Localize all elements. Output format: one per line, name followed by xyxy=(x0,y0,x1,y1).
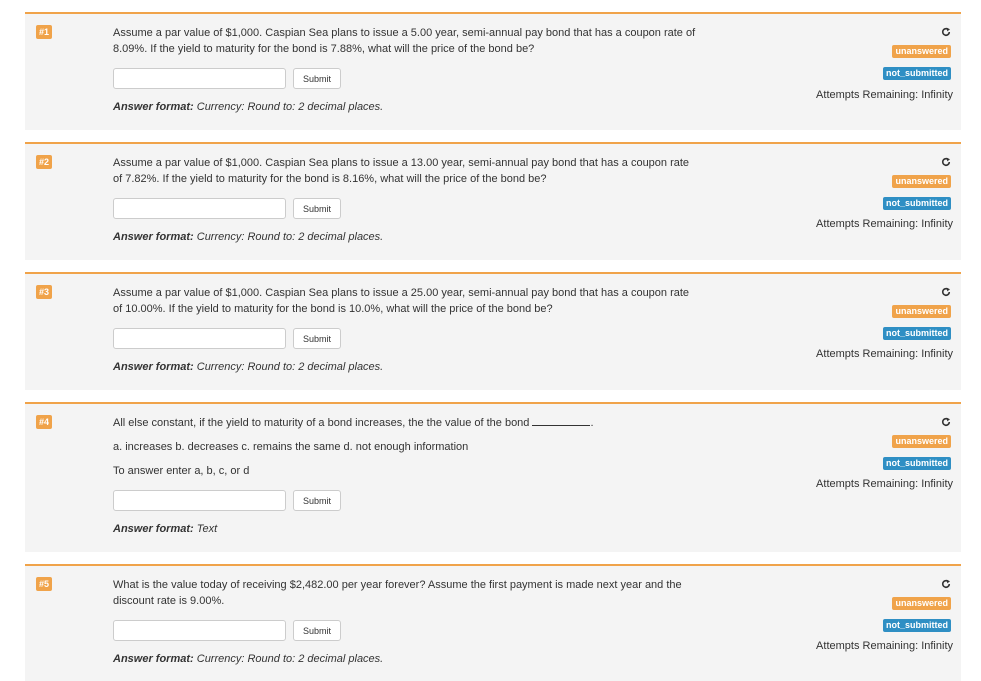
answer-format: Answer format: Currency: Round to: 2 dec… xyxy=(113,653,383,665)
answer-input[interactable] xyxy=(113,68,286,89)
answer-format-label: Answer format: xyxy=(113,523,194,535)
reload-icon[interactable] xyxy=(941,417,951,427)
question-text-period: . xyxy=(590,417,594,429)
question-text-line: What is the value today of receiving $2,… xyxy=(113,579,682,591)
attempts-remaining: Attempts Remaining: Infinity xyxy=(816,348,953,360)
submit-button[interactable]: Submit xyxy=(293,490,341,511)
question-text: What is the value today of receiving $2,… xyxy=(113,577,713,609)
reload-icon[interactable] xyxy=(941,27,951,37)
status-badge-unanswered: unanswered xyxy=(892,45,951,58)
question-text-line: Assume a par value of $1,000. Caspian Se… xyxy=(113,157,690,169)
attempts-remaining: Attempts Remaining: Infinity xyxy=(816,89,953,101)
status-badge-unanswered: unanswered xyxy=(892,435,951,448)
status-badge-not-submitted: not_submitted xyxy=(883,67,951,80)
question-text: All else constant, if the yield to matur… xyxy=(113,415,713,479)
status-badge-unanswered: unanswered xyxy=(892,597,951,610)
question-panel-3: #3 Assume a par value of $1,000. Caspian… xyxy=(25,272,961,390)
answer-format-label: Answer format: xyxy=(113,101,194,113)
attempts-remaining: Attempts Remaining: Infinity xyxy=(816,640,953,652)
status-badge-unanswered: unanswered xyxy=(892,175,951,188)
answer-format-value: Currency: Round to: 2 decimal places. xyxy=(196,231,384,243)
question-text-line: Assume a par value of $1,000. Caspian Se… xyxy=(113,287,690,299)
question-text-line: 8.09%. If the yield to maturity for the … xyxy=(113,43,535,55)
question-number-badge: #5 xyxy=(36,577,53,591)
question-number-badge: #3 xyxy=(36,285,53,299)
question-text: Assume a par value of $1,000. Caspian Se… xyxy=(113,155,713,187)
answer-format-label: Answer format: xyxy=(113,361,194,373)
submit-button[interactable]: Submit xyxy=(293,328,341,349)
reload-icon[interactable] xyxy=(941,157,951,167)
answer-format-value: Text xyxy=(196,523,218,535)
question-text-line: of 10.00%. If the yield to maturity for … xyxy=(113,303,553,315)
question-instructions: To answer enter a, b, c, or d xyxy=(113,465,250,477)
status-badge-not-submitted: not_submitted xyxy=(883,457,951,470)
status-badge-not-submitted: not_submitted xyxy=(883,619,951,632)
reload-icon[interactable] xyxy=(941,579,951,589)
question-text: Assume a par value of $1,000. Caspian Se… xyxy=(113,25,713,57)
question-panel-1: #1 Assume a par value of $1,000. Caspian… xyxy=(25,12,961,130)
question-number-badge: #2 xyxy=(36,155,53,169)
status-badge-not-submitted: not_submitted xyxy=(883,327,951,340)
question-text-line: All else constant, if the yield to matur… xyxy=(113,415,713,431)
attempts-remaining: Attempts Remaining: Infinity xyxy=(816,478,953,490)
attempts-remaining: Attempts Remaining: Infinity xyxy=(816,218,953,230)
answer-input[interactable] xyxy=(113,198,286,219)
fill-in-blank xyxy=(532,415,591,426)
answer-format-label: Answer format: xyxy=(113,231,194,243)
answer-format: Answer format: Currency: Round to: 2 dec… xyxy=(113,361,383,373)
answer-input[interactable] xyxy=(113,620,286,641)
question-options: a. increases b. decreases c. remains the… xyxy=(113,441,469,453)
question-panel-2: #2 Assume a par value of $1,000. Caspian… xyxy=(25,142,961,260)
question-number-badge: #4 xyxy=(36,415,53,429)
answer-format: Answer format: Currency: Round to: 2 dec… xyxy=(113,231,383,243)
question-text-line: of 7.82%. If the yield to maturity for t… xyxy=(113,173,547,185)
answer-format-value: Currency: Round to: 2 decimal places. xyxy=(196,361,384,373)
question-panel-5: #5 What is the value today of receiving … xyxy=(25,564,961,681)
question-number-badge: #1 xyxy=(36,25,53,39)
question-text: Assume a par value of $1,000. Caspian Se… xyxy=(113,285,713,317)
question-panel-4: #4 All else constant, if the yield to ma… xyxy=(25,402,961,552)
reload-icon[interactable] xyxy=(941,287,951,297)
answer-format-value: Currency: Round to: 2 decimal places. xyxy=(196,101,384,113)
status-badge-unanswered: unanswered xyxy=(892,305,951,318)
question-text-stem: All else constant, if the yield to matur… xyxy=(113,417,530,429)
submit-button[interactable]: Submit xyxy=(293,620,341,641)
answer-format-label: Answer format: xyxy=(113,653,194,665)
question-text-line: discount rate is 9.00%. xyxy=(113,595,225,607)
submit-button[interactable]: Submit xyxy=(293,68,341,89)
status-badge-not-submitted: not_submitted xyxy=(883,197,951,210)
question-text-line: Assume a par value of $1,000. Caspian Se… xyxy=(113,27,696,39)
answer-format-value: Currency: Round to: 2 decimal places. xyxy=(196,653,384,665)
answer-format: Answer format: Currency: Round to: 2 dec… xyxy=(113,101,383,113)
answer-input[interactable] xyxy=(113,490,286,511)
answer-input[interactable] xyxy=(113,328,286,349)
answer-format: Answer format: Text xyxy=(113,523,217,535)
submit-button[interactable]: Submit xyxy=(293,198,341,219)
